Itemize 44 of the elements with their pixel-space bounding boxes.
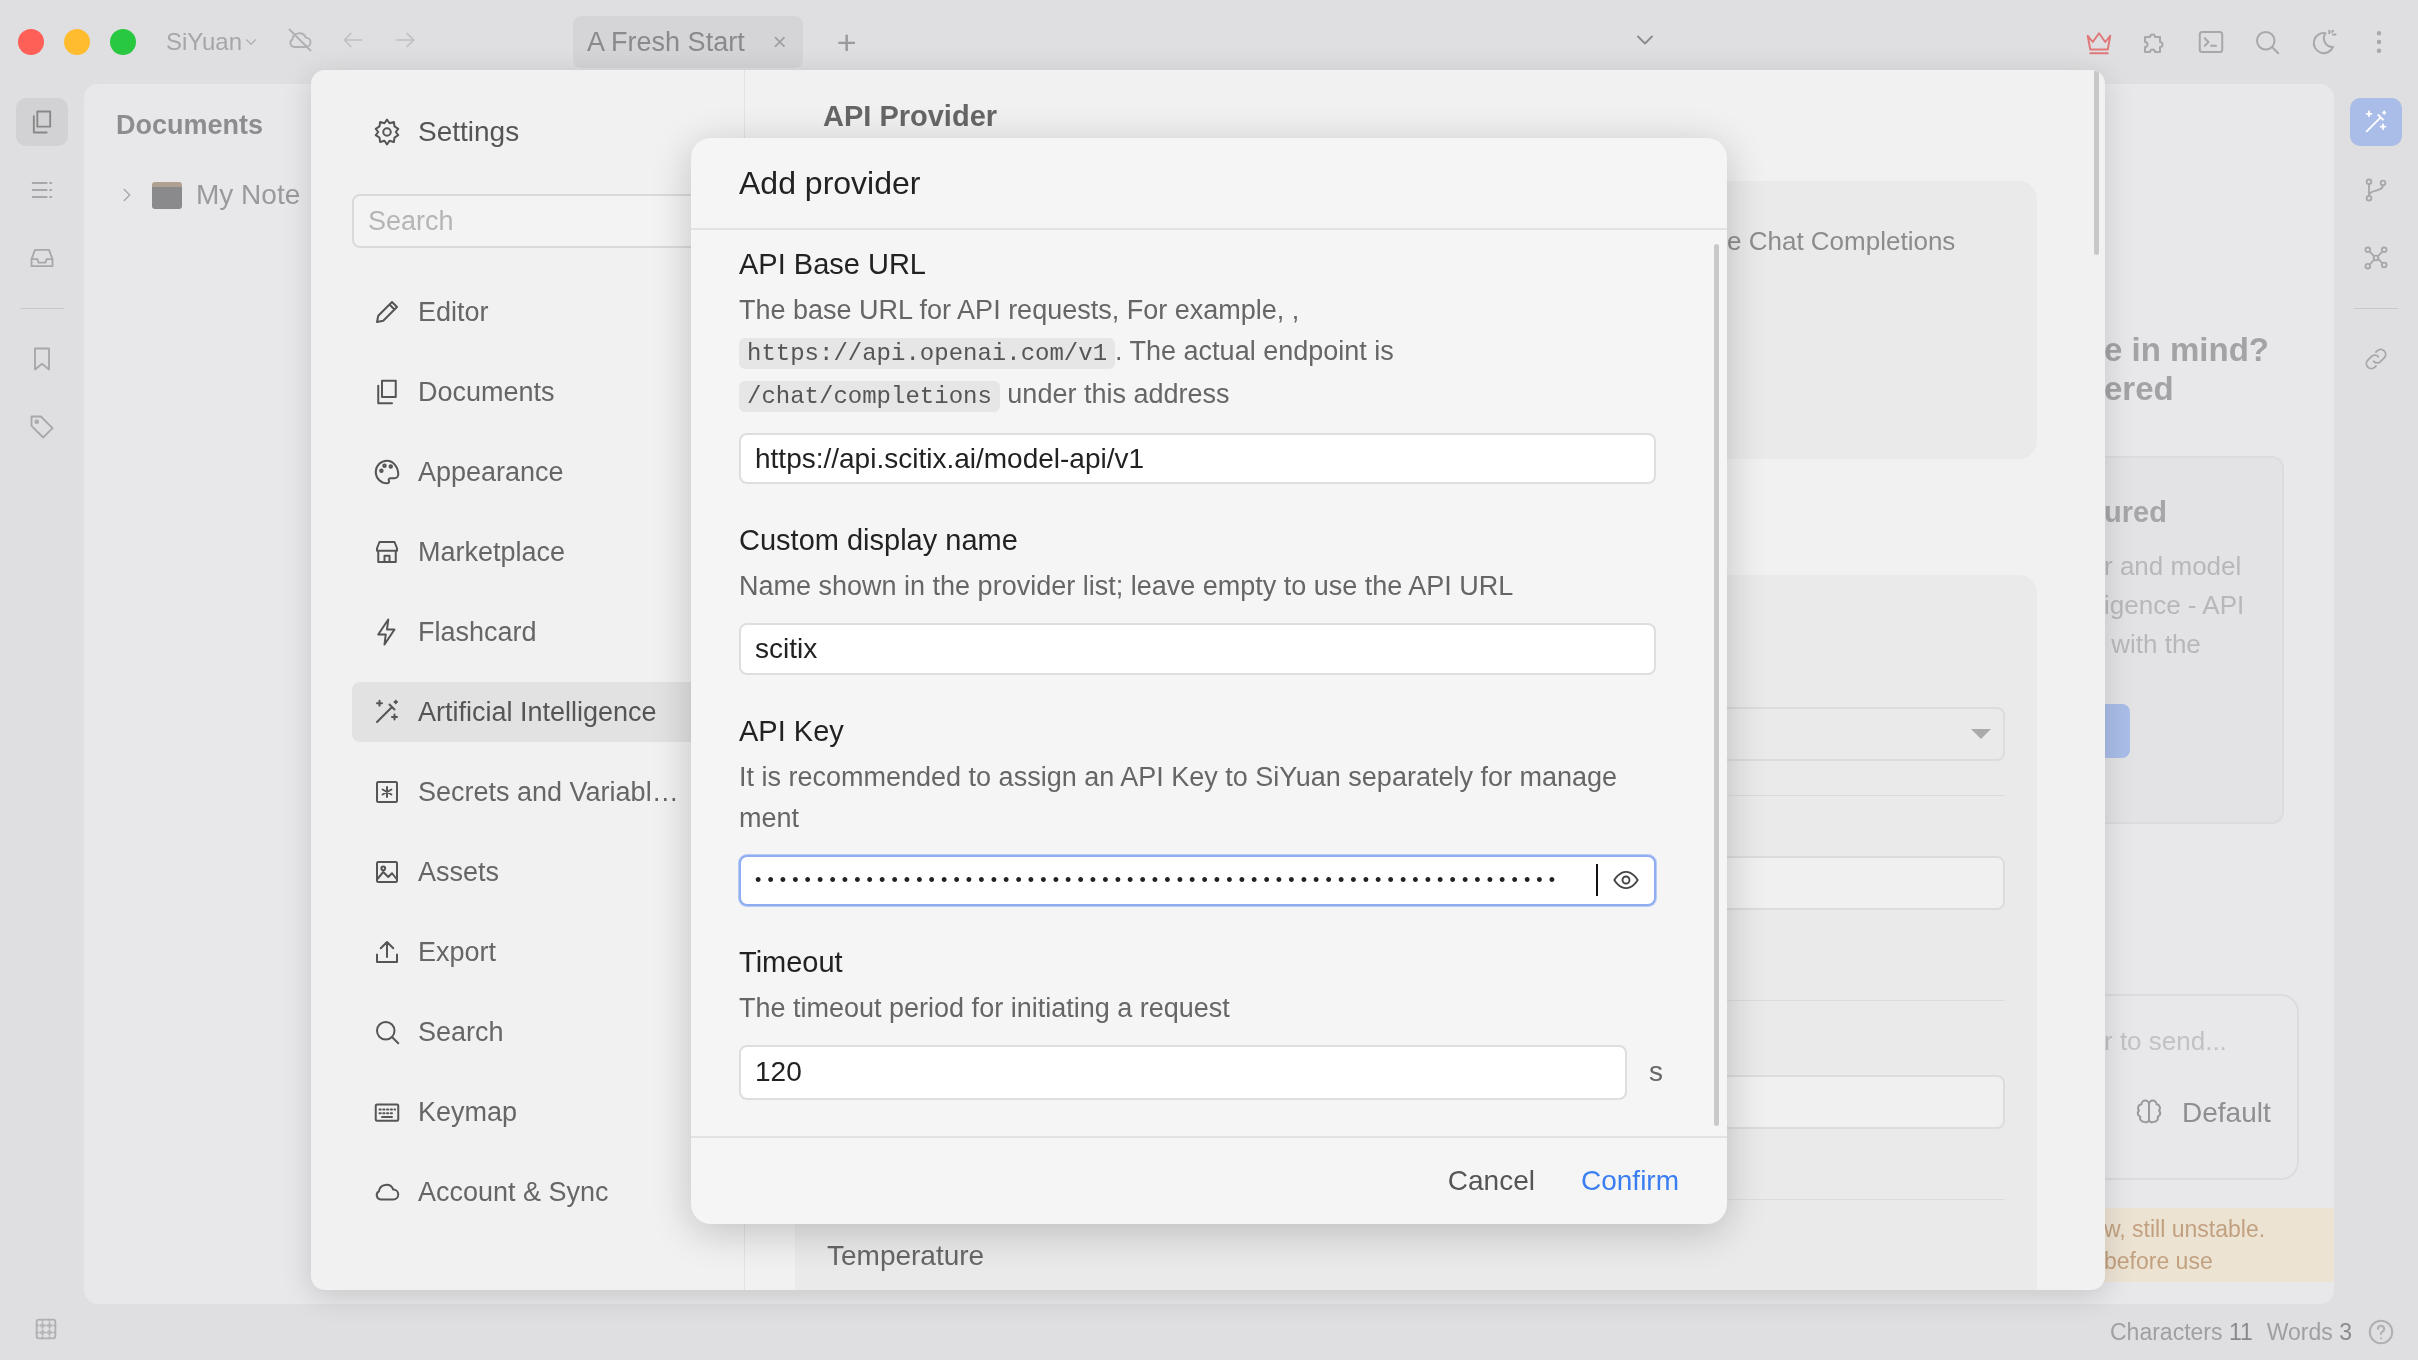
field-label: Custom display name <box>739 523 1018 559</box>
chat-heading: ered <box>2104 369 2175 408</box>
magic-wand-button[interactable] <box>2350 98 2402 146</box>
caret-icon <box>1971 729 1991 739</box>
setup-button[interactable] <box>2104 704 2130 758</box>
scrollbar[interactable] <box>2094 70 2099 255</box>
panel-title: Documents <box>116 110 265 141</box>
palette-icon <box>372 457 402 487</box>
minimize-window-button[interactable] <box>64 29 90 55</box>
gear-icon <box>372 117 402 147</box>
text-field[interactable]: scitix <box>739 623 1656 675</box>
text-cursor <box>1596 864 1598 897</box>
chat-heading: e in mind? <box>2104 330 2270 369</box>
field-description: It is recommended to assign an API Key to SiYuan separately for management <box>739 760 1618 835</box>
close-window-button[interactable] <box>18 29 44 55</box>
help-icon[interactable] <box>2366 1317 2396 1347</box>
password-field[interactable]: ••••••••••••••••••••••••••••••••••••••••••••••••••••••••••••••••• <box>739 854 1656 906</box>
scrollbar[interactable] <box>1714 244 1719 1126</box>
settings-title: Settings <box>418 116 520 148</box>
tab-title: A Fresh Start <box>587 26 745 58</box>
field-description: The base URL for API requests, For example, , https://api.openai.com/v1 . The actual endpoint is /chat/completions under this address <box>739 294 1395 414</box>
section-heading: API Provider <box>823 99 998 134</box>
documents-button[interactable] <box>16 98 68 146</box>
cancel-button[interactable]: Cancel <box>1439 1159 1543 1203</box>
graph-icon <box>2362 244 2390 272</box>
character-count: Characters 11 <box>2110 1318 2253 1346</box>
model-selector[interactable]: Default <box>2134 1097 2297 1129</box>
confirm-button[interactable]: Confirm <box>1573 1159 1687 1203</box>
text-field[interactable]: https://api.scitix.ai/model-api/v1 <box>739 433 1656 485</box>
number-field[interactable]: 120 <box>739 1045 1627 1100</box>
field-label: Timeout <box>739 945 843 980</box>
notebook-icon <box>152 181 182 209</box>
field-label: API Base URL <box>739 247 926 282</box>
setting-label: Temperature <box>827 1240 986 1272</box>
card-text: e Chat Completions <box>1727 226 1956 256</box>
card-title: ured <box>2104 496 2168 529</box>
maximize-window-button[interactable] <box>110 29 136 55</box>
link-icon <box>2362 345 2390 373</box>
warning-banner: w, still unstable. before use <box>2104 1208 2334 1282</box>
field-description: Name shown in the provider list; leave empty to use the API URL <box>739 570 1515 604</box>
tag-icon <box>28 413 56 441</box>
word-count: Words 3 <box>2266 1318 2352 1346</box>
unit-label: s <box>1649 1056 1663 1089</box>
field-description: The timeout period for initiating a request <box>739 992 1231 1025</box>
